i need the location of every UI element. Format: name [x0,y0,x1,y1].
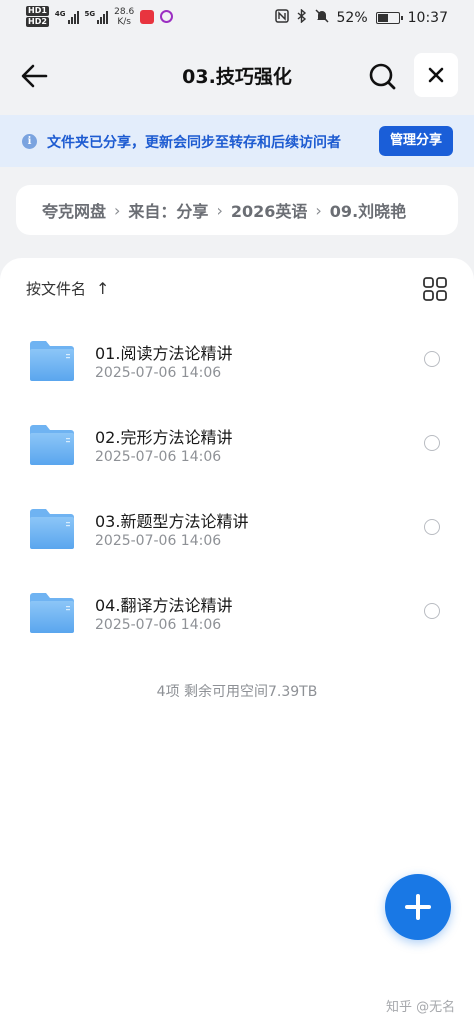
status-left: HD1 HD2 4G 5G 28.6 K/s [26,6,174,27]
app-notification-icon-2 [160,10,174,23]
select-radio[interactable] [424,435,440,451]
list-item[interactable]: 01.阅读方法论精讲 2025-07-06 14:06 [0,318,474,402]
list-item[interactable]: 04.翻译方法论精讲 2025-07-06 14:06 [0,570,474,654]
battery-fill [377,14,388,22]
nfc-icon [274,9,289,27]
select-radio[interactable] [424,519,440,535]
list-item[interactable]: 03.新题型方法论精讲 2025-07-06 14:06 [0,486,474,570]
status-bar: HD1 HD2 4G 5G 28.6 K/s 52% 10:37 [0,0,474,36]
share-notice-banner: i 文件夹已分享，更新会同步至转存和后续访问者 管理分享 [0,115,474,167]
add-button[interactable] [385,874,451,940]
battery-icon [375,12,403,24]
watermark: 知乎 @无名 [386,1000,456,1015]
sort-control[interactable]: 按文件名 ↑ [26,278,109,299]
search-button[interactable] [362,58,402,94]
file-date: 2025-07-06 14:06 [95,449,222,465]
close-icon [428,67,444,83]
file-name: 04.翻译方法论精讲 [95,596,233,615]
manage-share-button[interactable]: 管理分享 [379,126,453,156]
app-notification-icon [140,9,155,24]
signal-5g-icon: 5G [85,10,109,24]
battery-percent: 52% [336,10,368,26]
sort-ascending-icon: ↑ [96,279,110,298]
network-speed: 28.6 K/s [114,7,134,27]
file-date: 2025-07-06 14:06 [95,617,222,633]
breadcrumb-item-from-share[interactable]: 来自：分享 [128,198,208,222]
hd1-badge: HD1 [26,6,49,16]
folder-icon [30,593,74,633]
breadcrumb-item-liu-xiaoyan[interactable]: 09.刘晓艳 [330,198,406,222]
breadcrumb-item-2026-english[interactable]: 2026英语 [231,198,308,222]
info-icon: i [22,134,37,149]
select-radio[interactable] [424,351,440,367]
hd-badges: HD1 HD2 [26,6,49,27]
list-item[interactable]: 02.完形方法论精讲 2025-07-06 14:06 [0,402,474,486]
close-button[interactable] [414,53,458,97]
breadcrumb-item-quark-drive[interactable]: 夸克网盘 [42,198,106,222]
net1-label: 4G [54,9,66,18]
breadcrumb: 夸克网盘 › 来自：分享 › 2026英语 › 09.刘晓艳 [16,185,458,235]
clock: 10:37 [407,10,448,26]
net2-label: 5G [84,9,96,18]
search-icon [369,63,396,90]
hd2-badge: HD2 [26,17,49,27]
select-radio[interactable] [424,603,440,619]
status-right: 52% 10:37 [274,8,448,27]
storage-summary: 4项 剩余可用空间7.39TB [156,684,318,700]
breadcrumb-separator: › [216,200,223,220]
file-date: 2025-07-06 14:06 [95,533,222,549]
sort-label: 按文件名 [26,280,87,298]
folder-icon [30,425,74,465]
grid-view-button[interactable] [422,276,448,302]
page-title: 03.技巧强化 [182,66,292,88]
mute-bell-icon [314,9,329,27]
speed-unit: K/s [117,16,131,27]
app-header: 03.技巧强化 [0,46,474,106]
bluetooth-icon [297,8,307,27]
speed-value: 28.6 [114,6,135,17]
grid-view-icon [423,277,447,301]
folder-icon [30,509,74,549]
file-name: 01.阅读方法论精讲 [95,344,233,363]
share-notice-text: 文件夹已分享，更新会同步至转存和后续访问者 [47,135,341,151]
file-name: 03.新题型方法论精讲 [95,512,249,531]
breadcrumb-separator: › [315,200,322,220]
file-name: 02.完形方法论精讲 [95,428,233,447]
breadcrumb-separator: › [114,200,121,220]
folder-icon [30,341,74,381]
file-date: 2025-07-06 14:06 [95,365,222,381]
file-list: 01.阅读方法论精讲 2025-07-06 14:06 02.完形方法论精讲 2… [0,318,474,654]
signal-4g-icon: 4G [55,10,79,24]
